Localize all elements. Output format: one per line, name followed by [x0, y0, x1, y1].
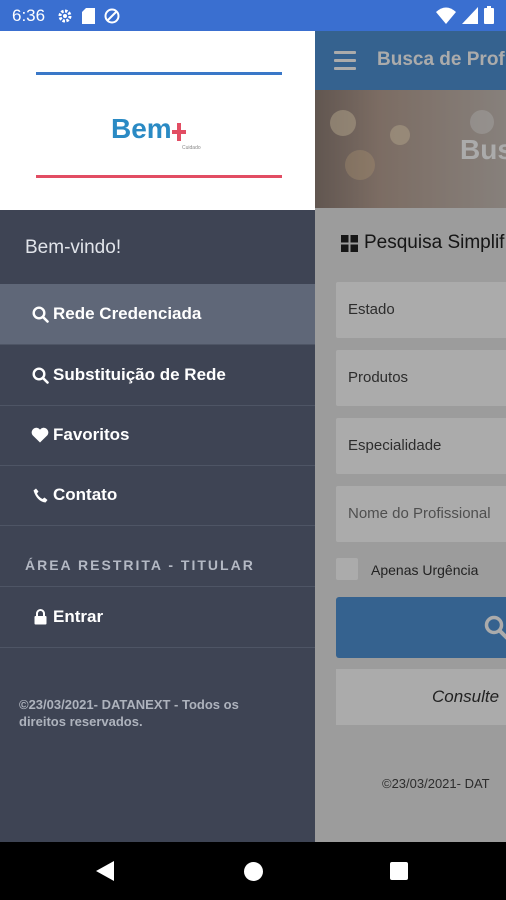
header-divider-red [36, 175, 282, 178]
home-icon[interactable] [244, 862, 263, 881]
welcome-text: Bem-vindo! [25, 237, 122, 258]
data-saver-icon [104, 8, 120, 23]
copyright-text: ©23/03/2021- DATANEXT - Todos os direito… [19, 697, 239, 729]
header-divider-blue [36, 72, 282, 75]
phone-icon [31, 486, 49, 504]
signal-icon [462, 6, 478, 24]
drawer-item-rede-credenciada[interactable]: Rede Credenciada [0, 284, 315, 345]
back-icon[interactable] [96, 861, 114, 881]
navigation-drawer: Bem Cuidado Bem-vindo! Rede Credenciada … [0, 31, 315, 842]
drawer-item-label: Favoritos [53, 425, 130, 444]
search-icon [31, 366, 49, 384]
svg-text:Bem: Bem [111, 113, 172, 144]
restricted-area-heading: ÁREA RESTRITA - TITULAR [25, 557, 255, 573]
system-nav-bar [0, 842, 506, 900]
heart-icon [31, 426, 49, 444]
brand-logo: Bem Cuidado [111, 109, 207, 160]
drawer-item-contato[interactable]: Contato [0, 465, 315, 526]
wifi-icon [436, 7, 456, 24]
drawer-item-label: Rede Credenciada [53, 304, 202, 323]
drawer-item-entrar[interactable]: Entrar [0, 587, 315, 648]
drawer-item-label: Entrar [53, 607, 104, 626]
status-bar: 6:36 [0, 0, 506, 31]
battery-icon [484, 6, 494, 24]
settings-icon [58, 9, 72, 22]
lock-icon [31, 608, 49, 626]
sd-card-icon [82, 7, 96, 24]
search-icon [31, 305, 49, 323]
drawer-item-favoritos[interactable]: Favoritos [0, 405, 315, 466]
drawer-item-label: Contato [53, 485, 118, 504]
drawer-item-substituicao-de-rede[interactable]: Substituição de Rede [0, 345, 315, 406]
drawer-header: Bem Cuidado [0, 31, 315, 210]
drawer-item-label: Substituição de Rede [53, 365, 226, 384]
recents-icon[interactable] [390, 862, 408, 880]
status-time: 6:36 [12, 5, 46, 25]
svg-text:Cuidado: Cuidado [182, 145, 201, 151]
